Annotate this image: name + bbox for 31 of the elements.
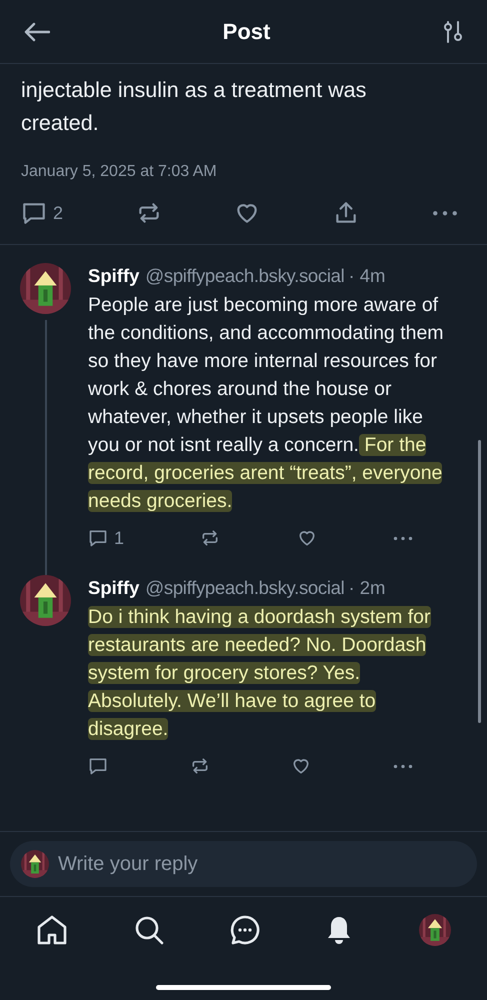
reply-text: Do i think having a doordash system for restaurants are needed? No. Doordash system for grocery stores? Yes. Absolutely. We’ll have to agree to disagree. [88,605,432,742]
reply-field[interactable]: Write your reply [10,841,477,887]
chat-icon[interactable] [230,915,260,945]
reply-count: 1 [114,526,124,550]
post-timestamp: January 5, 2025 at 7:03 AM [21,162,218,182]
heart-icon[interactable] [296,528,317,548]
avatar [20,575,71,626]
home-icon[interactable] [36,915,68,945]
repost-icon[interactable] [190,756,210,776]
reply-time: · 4m [348,264,386,288]
more-icon[interactable] [392,764,413,768]
settings-icon[interactable] [443,20,463,44]
more-icon[interactable] [432,210,458,216]
page-title: Post [222,18,270,46]
repost-icon[interactable] [200,528,220,548]
back-icon[interactable] [24,22,50,42]
post-text: injectable insulin as a treatment was created. [21,77,368,137]
reply-time: · 2m [348,576,386,600]
comment-icon[interactable] [88,756,108,776]
search-icon[interactable] [134,915,164,945]
heart-icon[interactable] [291,756,312,776]
comment-icon[interactable] [88,528,108,548]
reply-count: 2 [53,202,64,224]
author-handle[interactable]: @spiffypeach.bsky.social [145,263,344,289]
more-icon[interactable] [393,536,413,540]
reply-text: People are just becoming more aware of the conditions, and accommodating them so they have more internal resources for work & chores around the house or whatever, whether it upsets people like you or not isnt really a concern. For the record, groceries arent “treats”, everyone needs groceries. [88,293,445,514]
author-name[interactable]: Spiffy [88,263,140,289]
avatar[interactable] [419,914,451,946]
author-handle[interactable]: @spiffypeach.bsky.social [145,575,344,601]
avatar [20,263,71,314]
author-name[interactable]: Spiffy [88,575,140,601]
